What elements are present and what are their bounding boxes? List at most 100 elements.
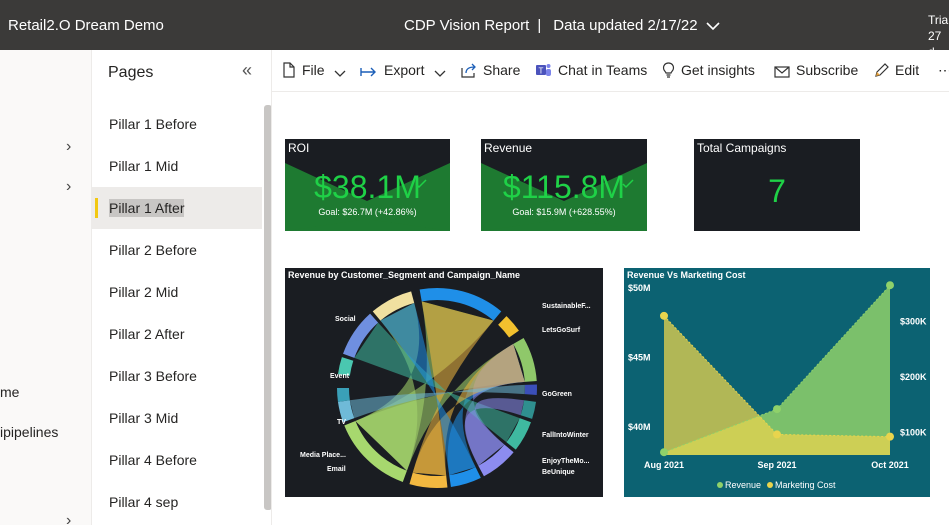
chevron-down-icon bbox=[434, 70, 446, 77]
page-item-label: Pillar 2 Before bbox=[109, 242, 197, 258]
chord-arc bbox=[524, 384, 537, 395]
revenue-kpi-card[interactable]: Revenue $115.8M Goal: $15.9M (+628.55%) bbox=[481, 139, 647, 231]
marketing-cost-point bbox=[773, 430, 781, 439]
chord-right-label: SustainableF... bbox=[542, 303, 591, 310]
pages-pane: Pages « Pillar 1 Before Pillar 1 Mid Pilla… bbox=[92, 50, 272, 525]
y-left-tick-label: $45M bbox=[628, 353, 651, 363]
campaigns-value: 7 bbox=[768, 173, 786, 209]
marketing-cost-point bbox=[660, 311, 668, 320]
area-chart-svg: $50M $45M $40M $300K $200K $100K Aug 2021 Sep 2… bbox=[628, 281, 927, 490]
chevron-down-icon[interactable] bbox=[705, 18, 720, 35]
roi-kpi-card[interactable]: ROI $38.1M Goal: $26.7M (+42.86%) bbox=[285, 139, 450, 231]
page-item-label: Pillar 2 After bbox=[109, 326, 185, 342]
page-item-label: Pillar 3 Mid bbox=[109, 410, 179, 426]
chord-left-label: Email bbox=[327, 466, 346, 473]
revenue-point bbox=[886, 281, 894, 290]
top-bar: Retail2.O Dream Demo CDP Vision Report | D… bbox=[0, 0, 949, 59]
chevron-down-icon bbox=[334, 70, 346, 77]
nav-item-pipelines[interactable]: ipipelines bbox=[0, 424, 58, 440]
pages-scrollbar[interactable] bbox=[264, 105, 271, 510]
legend-marker bbox=[767, 482, 773, 488]
page-item[interactable]: Pillar 3 Before bbox=[92, 355, 262, 397]
page-item[interactable]: Pillar 4 Before bbox=[92, 439, 262, 481]
more-options-icon[interactable]: ⋯ bbox=[938, 62, 949, 79]
app-title[interactable]: Retail2.O Dream Demo bbox=[8, 17, 164, 34]
collapse-pane-icon[interactable]: « bbox=[242, 60, 252, 81]
revenue-point bbox=[773, 405, 781, 414]
chord-left-label: Social bbox=[335, 316, 356, 323]
page-item[interactable]: Pillar 2 After bbox=[92, 313, 262, 355]
page-item-label: Pillar 4 Before bbox=[109, 452, 197, 468]
nav-item-home[interactable]: me bbox=[0, 384, 19, 400]
mail-icon bbox=[774, 66, 790, 78]
page-item[interactable]: Pillar 1 Before bbox=[92, 103, 262, 145]
chord-right-label: FallIntoWinter bbox=[542, 432, 589, 439]
page-item[interactable]: Pillar 1 Mid bbox=[92, 145, 262, 187]
chord-left-label: TV bbox=[337, 419, 346, 426]
subscribe-button[interactable]: Subscribe bbox=[774, 62, 858, 78]
revenue-goal: Goal: $15.9M (+628.55%) bbox=[512, 207, 616, 217]
y-right-tick-label: $100K bbox=[900, 428, 927, 438]
legend-label: Revenue bbox=[725, 480, 761, 490]
report-header: CDP Vision Report | Data updated 2/17/22 bbox=[404, 17, 720, 35]
chord-arc bbox=[498, 316, 519, 338]
file-menu-button[interactable]: File bbox=[282, 62, 352, 78]
chord-right-label: EnjoyTheMo... bbox=[542, 458, 590, 465]
y-left-tick-label: $50M bbox=[628, 283, 651, 293]
trial-label: Trial bbox=[928, 13, 949, 27]
revenue-chord-chart[interactable]: Revenue by Customer_Segment and Campaign… bbox=[285, 268, 603, 497]
left-navigation: › › me ipipelines › bbox=[0, 50, 92, 525]
y-right-tick-label: $300K bbox=[900, 316, 927, 326]
chevron-right-icon[interactable]: › bbox=[66, 512, 71, 525]
chord-left-label: Event bbox=[330, 373, 350, 380]
page-item-label: Pillar 4 sep bbox=[109, 494, 179, 510]
pages-header: Pages bbox=[108, 64, 154, 81]
page-item-label: Pillar 3 Before bbox=[109, 368, 197, 384]
revenue-title: Revenue bbox=[484, 141, 533, 155]
total-campaigns-card[interactable]: Total Campaigns 7 bbox=[694, 139, 860, 231]
edit-button[interactable]: Edit bbox=[874, 62, 919, 78]
chevron-right-icon[interactable]: › bbox=[66, 138, 71, 156]
checkmark-icon bbox=[622, 179, 634, 189]
title-separator: | bbox=[537, 17, 542, 34]
file-icon bbox=[283, 62, 295, 78]
revenue-point bbox=[660, 448, 668, 457]
legend-label: Marketing Cost bbox=[775, 480, 836, 490]
report-title: CDP Vision Report bbox=[404, 17, 530, 34]
page-item-label: Pillar 1 Before bbox=[109, 116, 197, 132]
roi-goal: Goal: $26.7M (+42.86%) bbox=[318, 207, 417, 217]
share-button[interactable]: Share bbox=[461, 62, 520, 78]
x-tick-label: Sep 2021 bbox=[757, 460, 796, 470]
chord-right-label: LetsGoSurf bbox=[542, 327, 581, 334]
marketing-cost-point bbox=[886, 432, 894, 441]
legend-marker bbox=[717, 482, 723, 488]
x-tick-label: Aug 2021 bbox=[644, 460, 684, 470]
report-toolbar: File Export Share T Chat in Teams Get ins… bbox=[272, 50, 949, 92]
page-item[interactable]: Pillar 2 Mid bbox=[92, 271, 262, 313]
pencil-icon bbox=[875, 63, 889, 77]
page-item[interactable]: Pillar 1 After bbox=[92, 187, 262, 229]
chord-chart-svg: Social Event TV Media Place... Email Sustaina… bbox=[300, 288, 591, 488]
page-item-label: Pillar 1 After bbox=[109, 199, 185, 217]
page-item-label: Pillar 1 Mid bbox=[109, 158, 179, 174]
page-item[interactable]: Pillar 3 Mid bbox=[92, 397, 262, 439]
chord-right-label: GoGreen bbox=[542, 391, 572, 398]
chevron-right-icon[interactable]: › bbox=[66, 178, 71, 196]
roi-title: ROI bbox=[288, 141, 310, 155]
export-menu-button[interactable]: Export bbox=[360, 62, 452, 78]
chat-in-teams-button[interactable]: T Chat in Teams bbox=[535, 62, 647, 78]
revenue-vs-cost-chart[interactable]: Revenue Vs Marketing Cost $50M $45M $40M $3… bbox=[624, 268, 930, 497]
share-icon bbox=[461, 63, 476, 78]
data-updated-label[interactable]: Data updated 2/17/22 bbox=[553, 17, 697, 34]
teams-icon: T bbox=[536, 64, 551, 76]
chord-right-label: BeUnique bbox=[542, 469, 575, 476]
page-item[interactable]: Pillar 4 sep bbox=[92, 481, 262, 523]
page-item[interactable]: Pillar 2 Before bbox=[92, 229, 262, 271]
get-insights-button[interactable]: Get insights bbox=[662, 62, 755, 78]
svg-text:T: T bbox=[539, 67, 544, 76]
checkmark-icon bbox=[415, 179, 427, 189]
campaigns-title: Total Campaigns bbox=[697, 141, 787, 155]
lightbulb-icon bbox=[662, 62, 675, 78]
page-item-label: Pillar 2 Mid bbox=[109, 284, 179, 300]
export-icon bbox=[360, 67, 376, 77]
